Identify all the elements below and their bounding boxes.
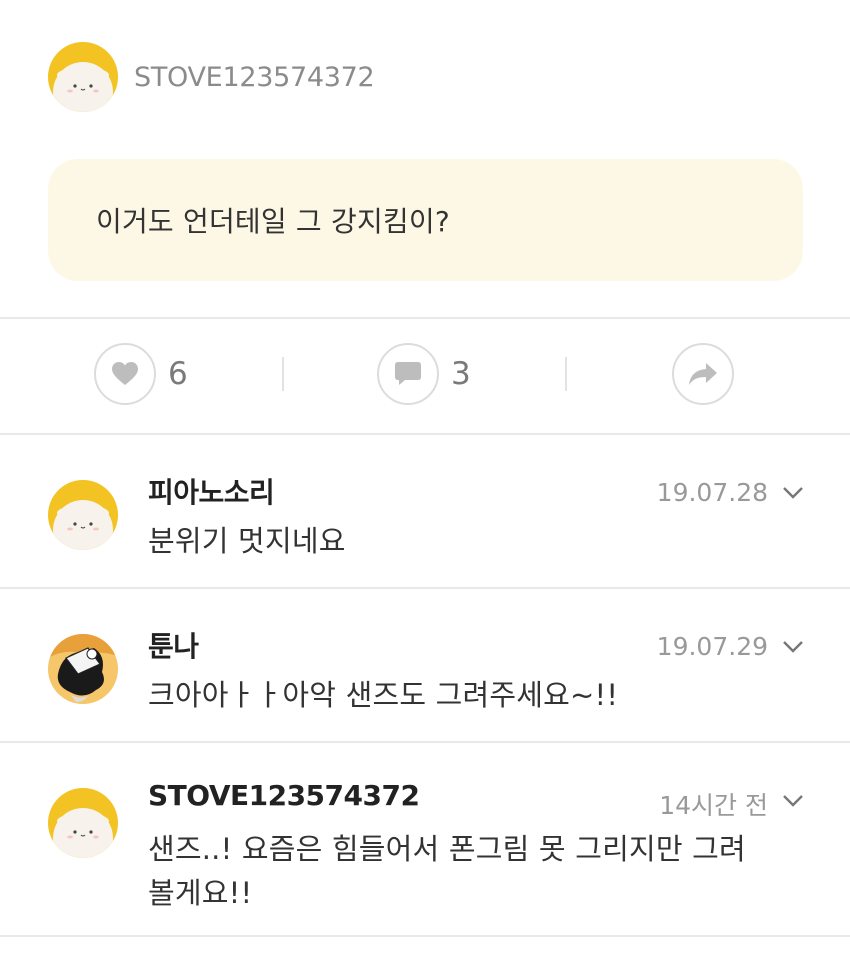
chevron-down-icon[interactable] <box>782 486 804 500</box>
action-separator <box>282 357 284 391</box>
speech-bubble-icon <box>395 362 421 385</box>
comment-item: 피아노소리 19.07.28 분위기 멋지네요 <box>0 435 850 587</box>
comment-author-name[interactable]: 피아노소리 <box>148 471 275 511</box>
share-arrow-icon <box>689 363 717 385</box>
comment-count: 3 <box>451 356 471 392</box>
comment-text: 분위기 멋지네요 <box>148 524 346 558</box>
comment-item: STOVE123574372 14시간 전 샌즈..! 요즘은 힘들어서 폰그림… <box>0 743 850 935</box>
avatar[interactable] <box>48 634 118 704</box>
comment-date: 19.07.29 <box>656 632 768 661</box>
like-count: 6 <box>168 356 188 392</box>
heart-icon <box>112 362 138 385</box>
like-action[interactable]: 6 <box>94 343 188 405</box>
divider <box>0 935 850 937</box>
comment-action[interactable]: 3 <box>377 343 471 405</box>
post-text: 이거도 언더테일 그 강지킴이? <box>96 205 450 238</box>
post-header: STOVE123574372 <box>48 42 375 112</box>
divider <box>0 317 850 319</box>
comment-text: 크아아ㅏㅏ아악 샌즈도 그려주세요~!! <box>148 678 619 712</box>
post-author-name[interactable]: STOVE123574372 <box>134 62 375 93</box>
comment-author-name[interactable]: STOVE123574372 <box>148 779 420 812</box>
comment-text-line-1: 샌즈..! 요즘은 힘들어서 폰그림 못 그리지만 그려 <box>148 832 746 866</box>
comment-author-name[interactable]: 툰나 <box>148 625 199 665</box>
comment-date: 19.07.28 <box>656 478 768 507</box>
comment-date: 14시간 전 <box>659 791 768 820</box>
avatar[interactable] <box>48 480 118 550</box>
comment-button[interactable] <box>377 343 439 405</box>
comment-text-line-2: 볼게요!! <box>148 876 253 910</box>
avatar[interactable] <box>48 788 118 858</box>
avatar[interactable] <box>48 42 118 112</box>
share-button[interactable] <box>672 343 734 405</box>
action-separator <box>565 357 567 391</box>
chevron-down-icon[interactable] <box>782 794 804 808</box>
post-content-bubble: 이거도 언더테일 그 강지킴이? <box>48 159 803 281</box>
comment-item: 툰나 19.07.29 크아아ㅏㅏ아악 샌즈도 그려주세요~!! <box>0 589 850 741</box>
share-action[interactable] <box>672 343 734 405</box>
action-bar: 6 3 <box>0 320 850 434</box>
chevron-down-icon[interactable] <box>782 640 804 654</box>
like-button[interactable] <box>94 343 156 405</box>
